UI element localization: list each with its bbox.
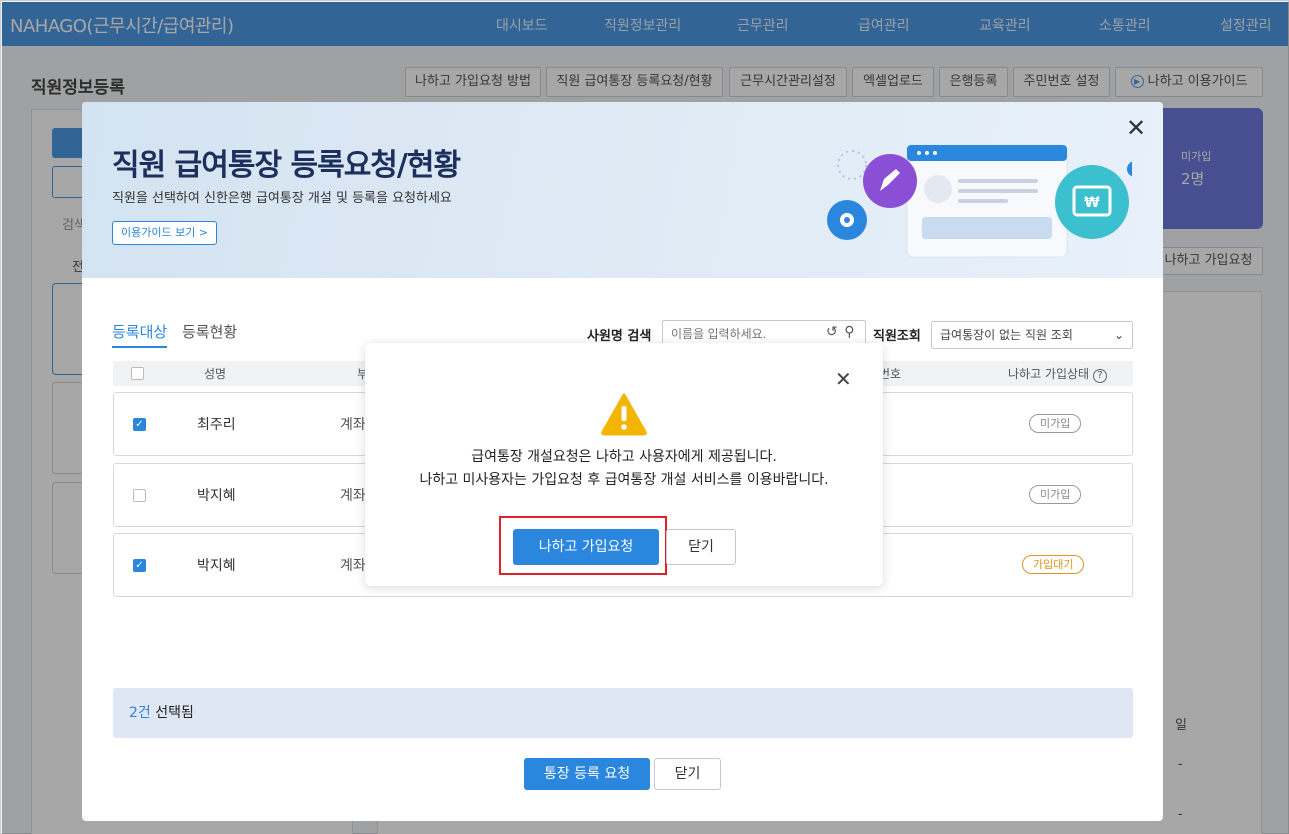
row-name: 최주리 — [197, 417, 236, 433]
submit-account-request-button[interactable]: 통장 등록 요청 — [524, 758, 650, 790]
row-account: 계좌 — [340, 488, 366, 504]
help-icon[interactable]: ? — [1092, 369, 1107, 383]
svg-text:₩: ₩ — [1084, 195, 1100, 211]
row-name: 박지혜 — [197, 488, 236, 504]
refresh-icon[interactable]: ↺ — [826, 324, 838, 340]
modal-title: 직원 급여통장 등록요청/현황 — [112, 148, 461, 183]
chevron-down-icon: ⌄ — [1113, 328, 1124, 342]
employee-filter-value: 급여통장이 없는 직원 조회 — [940, 328, 1073, 342]
selected-count-bar: 2건 선택됨 — [113, 688, 1133, 738]
search-label: 사원명 검색 — [587, 329, 652, 344]
row-checkbox[interactable]: ✓ — [133, 559, 146, 572]
join-request-alert: ✕ 급여통장 개설요청은 나하고 사용자에게 제공됩니다. 나하고 미사용자는 … — [365, 343, 883, 586]
status-badge: 가입대기 — [1022, 555, 1085, 574]
header-status-label: 나하고 가입상태 — [1008, 367, 1090, 381]
row-name: 박지혜 — [197, 558, 236, 574]
alert-message-line1: 급여통장 개설요청은 나하고 사용자에게 제공됩니다. — [471, 449, 777, 465]
warning-icon — [601, 393, 647, 436]
alert-message-line2: 나하고 미사용자는 가입요청 후 급여통장 개설 서비스를 이용바랍니다. — [419, 472, 829, 488]
selected-suffix: 선택됨 — [150, 705, 194, 721]
search-icon[interactable]: ⚲ — [844, 324, 854, 340]
row-checkbox[interactable]: ✓ — [133, 418, 146, 431]
select-all-checkbox[interactable] — [131, 367, 144, 380]
header-status: 나하고 가입상태 ? — [1008, 365, 1107, 383]
modal-subtitle: 직원을 선택하여 신한은행 급여통장 개설 및 등록을 요청하세요 — [112, 191, 452, 206]
tab-registration-target[interactable]: 등록대상 — [112, 321, 168, 348]
employee-filter-select[interactable]: 급여통장이 없는 직원 조회 ⌄ — [931, 321, 1133, 349]
employee-filter-label: 직원조회 — [873, 329, 921, 344]
header-name: 성명 — [204, 367, 227, 381]
selected-count: 2건 — [129, 705, 151, 721]
alert-close-button[interactable]: 닫기 — [666, 529, 736, 565]
row-account: 계좌 — [340, 558, 366, 574]
row-checkbox[interactable] — [133, 489, 146, 502]
modal-header: 직원 급여통장 등록요청/현황 직원을 선택하여 신한은행 급여통장 개설 및 … — [82, 102, 1163, 278]
close-icon[interactable]: ✕ — [835, 367, 852, 391]
app-frame: NAHAGO(근무시간/급여관리) 대시보드 직원정보관리 근무관리 급여관리 … — [0, 0, 1289, 834]
status-badge: 미가입 — [1029, 414, 1082, 433]
tab-registration-status[interactable]: 등록현황 — [182, 321, 237, 342]
guide-link-button[interactable]: 이용가이드 보기 > — [112, 221, 218, 245]
payroll-illustration: ₩ — [827, 144, 1132, 258]
row-account: 계좌 — [340, 417, 366, 433]
status-badge: 미가입 — [1029, 485, 1082, 504]
modal-close-button[interactable]: 닫기 — [654, 758, 721, 790]
nahago-join-request-button[interactable]: 나하고 가입요청 — [513, 529, 659, 565]
